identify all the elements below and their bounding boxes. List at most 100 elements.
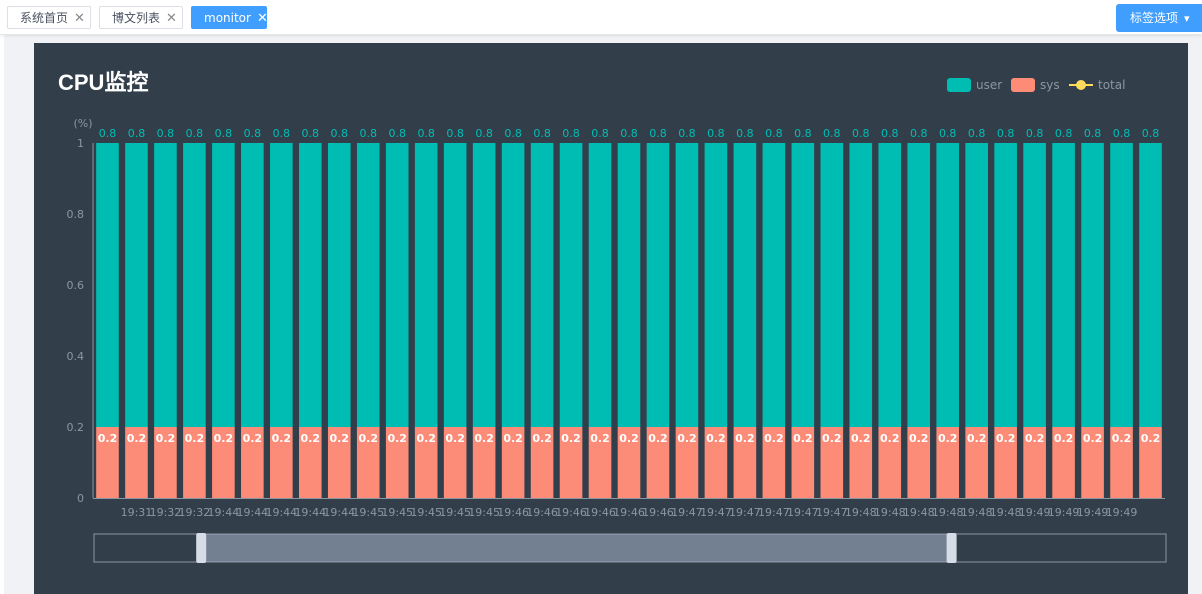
data-label-user: 0.8	[186, 127, 204, 140]
bar-user	[675, 143, 699, 427]
data-label-sys: 0.2	[330, 432, 350, 445]
datazoom-handle-start[interactable]	[196, 533, 207, 563]
data-label-user: 0.8	[823, 127, 841, 140]
data-label-user: 0.8	[388, 127, 406, 140]
data-label-sys: 0.2	[301, 432, 321, 445]
bar-user	[212, 143, 235, 427]
legend-swatch-sys	[1011, 78, 1035, 92]
x-tick-label: 19:45	[439, 506, 471, 519]
close-icon[interactable]: ✕	[257, 7, 268, 30]
data-label-user: 0.8	[997, 127, 1015, 140]
data-label-sys: 0.2	[243, 432, 263, 445]
data-label-sys: 0.2	[735, 432, 755, 445]
data-label-sys: 0.2	[590, 432, 610, 445]
data-label-sys: 0.2	[214, 432, 234, 445]
data-label-user: 0.8	[1084, 127, 1102, 140]
y-axis-label: (%)	[73, 117, 92, 130]
data-label-user: 0.8	[99, 127, 117, 140]
bar-user	[849, 143, 873, 427]
x-tick-label: 19:45	[352, 506, 384, 519]
legend-swatch-user	[947, 78, 971, 92]
bar-user	[1052, 143, 1075, 427]
legend-label-user: user	[976, 78, 1002, 92]
data-label-user: 0.8	[968, 127, 986, 140]
data-label-user: 0.8	[1142, 127, 1160, 140]
data-label-user: 0.8	[649, 127, 667, 140]
data-label-user: 0.8	[765, 127, 783, 140]
tab-blog-list[interactable]: 博文列表 ✕	[99, 6, 183, 29]
x-tick-label: 19:46	[584, 506, 616, 519]
bar-user	[1023, 143, 1046, 427]
data-label-sys: 0.2	[561, 432, 581, 445]
tab-label: 系统首页	[20, 11, 69, 25]
bar-user	[183, 143, 206, 427]
data-label-sys: 0.2	[996, 432, 1016, 445]
data-label-sys: 0.2	[1112, 432, 1132, 445]
datazoom-selection[interactable]	[201, 534, 952, 562]
bar-user	[241, 143, 264, 427]
bar-user	[965, 143, 988, 427]
data-label-sys: 0.2	[619, 432, 639, 445]
data-label-user: 0.8	[302, 127, 320, 140]
bar-user	[356, 143, 380, 427]
x-tick-label: 19:47	[729, 506, 761, 519]
x-tick-label: 19:46	[613, 506, 645, 519]
y-tick-label: 1	[77, 137, 84, 150]
data-label-sys: 0.2	[127, 432, 147, 445]
data-label-user: 0.8	[678, 127, 696, 140]
tab-bar: 系统首页 ✕ 博文列表 ✕ monitor ✕ 标签选项 ▾	[0, 0, 1202, 35]
cpu-chart: (%) 0 0.2 0.4 0.6 0.8 1 0.2 0.8 0.2 0.8 0.2 0.8 0.2 0.…	[67, 78, 1167, 563]
tab-monitor[interactable]: monitor ✕	[191, 6, 268, 30]
data-label-sys: 0.2	[185, 432, 205, 445]
data-label-sys: 0.2	[764, 432, 784, 445]
bar-user	[617, 143, 641, 427]
data-label-user: 0.8	[881, 127, 899, 140]
close-icon[interactable]: ✕	[166, 7, 177, 30]
data-label-sys: 0.2	[648, 432, 668, 445]
data-label-user: 0.8	[707, 127, 725, 140]
bar-user	[96, 143, 119, 427]
bar-user	[1081, 143, 1104, 427]
x-tick-label: 19:44	[265, 506, 297, 519]
bar-user	[907, 143, 931, 427]
data-label-user: 0.8	[1055, 127, 1073, 140]
data-label-user: 0.8	[475, 127, 493, 140]
bar-user	[327, 143, 351, 427]
x-tick-label: 19:46	[497, 506, 529, 519]
x-tick-label: 19:45	[468, 506, 500, 519]
legend-label-sys: sys	[1040, 78, 1060, 92]
bar-user	[588, 143, 612, 427]
data-label-sys: 0.2	[677, 432, 697, 445]
data-label-user: 0.8	[128, 127, 146, 140]
bar-user	[414, 143, 438, 427]
close-icon[interactable]: ✕	[74, 7, 85, 30]
chart-panel: CPU监控 (%) 0 0.2 0.4 0.6 0.8 1 0.2 0.8 0.2 0.8 0.2 0.…	[34, 43, 1188, 594]
x-tick-label: 19:32	[179, 506, 211, 519]
tab-options-label: 标签选项	[1130, 11, 1179, 25]
left-strip	[0, 35, 4, 594]
data-label-user: 0.8	[736, 127, 754, 140]
tab-options-button[interactable]: 标签选项 ▾	[1116, 4, 1202, 32]
data-label-user: 0.8	[215, 127, 233, 140]
data-label-sys: 0.2	[938, 432, 958, 445]
bar-user	[936, 143, 960, 427]
x-tick-label: 19:47	[671, 506, 703, 519]
x-tick-label: 19:46	[555, 506, 587, 519]
data-label-sys: 0.2	[532, 432, 552, 445]
data-label-sys: 0.2	[474, 432, 494, 445]
x-tick-label: 19:48	[874, 506, 906, 519]
data-label-sys: 0.2	[822, 432, 842, 445]
x-tick-label: 19:47	[758, 506, 790, 519]
x-tick-label: 19:45	[410, 506, 442, 519]
bar-user	[559, 143, 583, 427]
tab-home[interactable]: 系统首页 ✕	[7, 6, 91, 29]
data-label-user: 0.8	[1113, 127, 1131, 140]
datazoom-handle-end[interactable]	[946, 533, 957, 563]
data-label-sys: 0.2	[156, 432, 176, 445]
x-tick-label: 19:46	[642, 506, 674, 519]
x-tick-label: 19:49	[1048, 506, 1080, 519]
data-label-user: 0.8	[620, 127, 638, 140]
bar-user	[385, 143, 409, 427]
legend-marker-total	[1076, 80, 1086, 90]
x-tick-label: 19:47	[816, 506, 848, 519]
